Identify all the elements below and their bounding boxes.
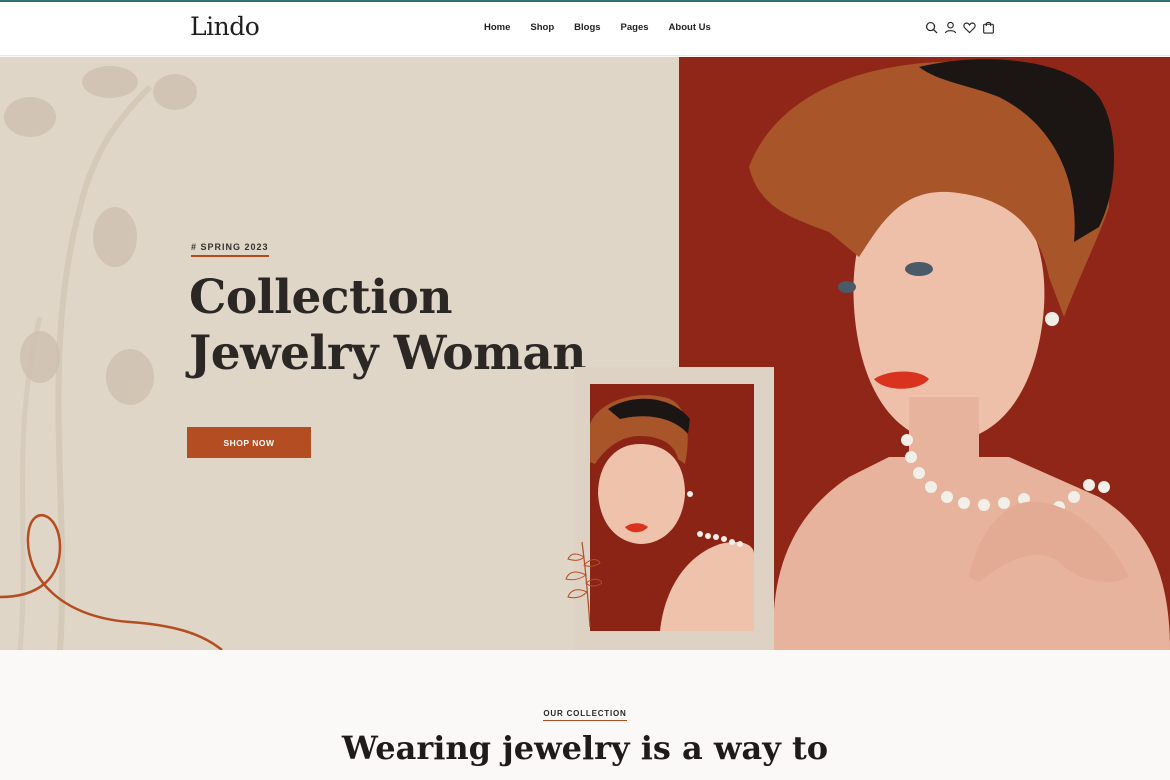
hero-eyebrow: # SPRING 2023 xyxy=(191,242,269,257)
heart-icon[interactable] xyxy=(963,21,976,34)
nav-pages[interactable]: Pages xyxy=(621,22,649,33)
logo[interactable]: Lindo xyxy=(190,12,260,41)
site-header: Lindo Home Shop Blogs Pages About Us xyxy=(0,2,1170,56)
search-icon[interactable] xyxy=(925,21,938,34)
nav-about-us[interactable]: About Us xyxy=(669,22,711,33)
thumbnail-model-photo[interactable] xyxy=(590,384,754,631)
header-icons xyxy=(925,21,995,34)
user-icon[interactable] xyxy=(944,21,957,34)
hero-title-line2: Jewelry Woman xyxy=(189,326,586,381)
nav-blogs[interactable]: Blogs xyxy=(574,22,600,33)
main-nav: Home Shop Blogs Pages About Us xyxy=(484,22,731,33)
collection-section: OUR COLLECTION Wearing jewelry is a way … xyxy=(0,650,1170,780)
cart-icon[interactable] xyxy=(982,21,995,34)
nav-home[interactable]: Home xyxy=(484,22,510,33)
collection-eyebrow: OUR COLLECTION xyxy=(543,709,627,721)
collection-title: Wearing jewelry is a way to xyxy=(341,729,829,767)
hero-title-line1: Collection xyxy=(189,270,453,325)
leaf-decoration xyxy=(562,537,603,628)
hero-banner: # SPRING 2023 Collection Jewelry Woman S… xyxy=(0,57,1170,650)
nav-shop[interactable]: Shop xyxy=(530,22,554,33)
hero-title: Collection Jewelry Woman xyxy=(189,270,586,382)
shop-now-button[interactable]: SHOP NOW xyxy=(187,427,311,458)
